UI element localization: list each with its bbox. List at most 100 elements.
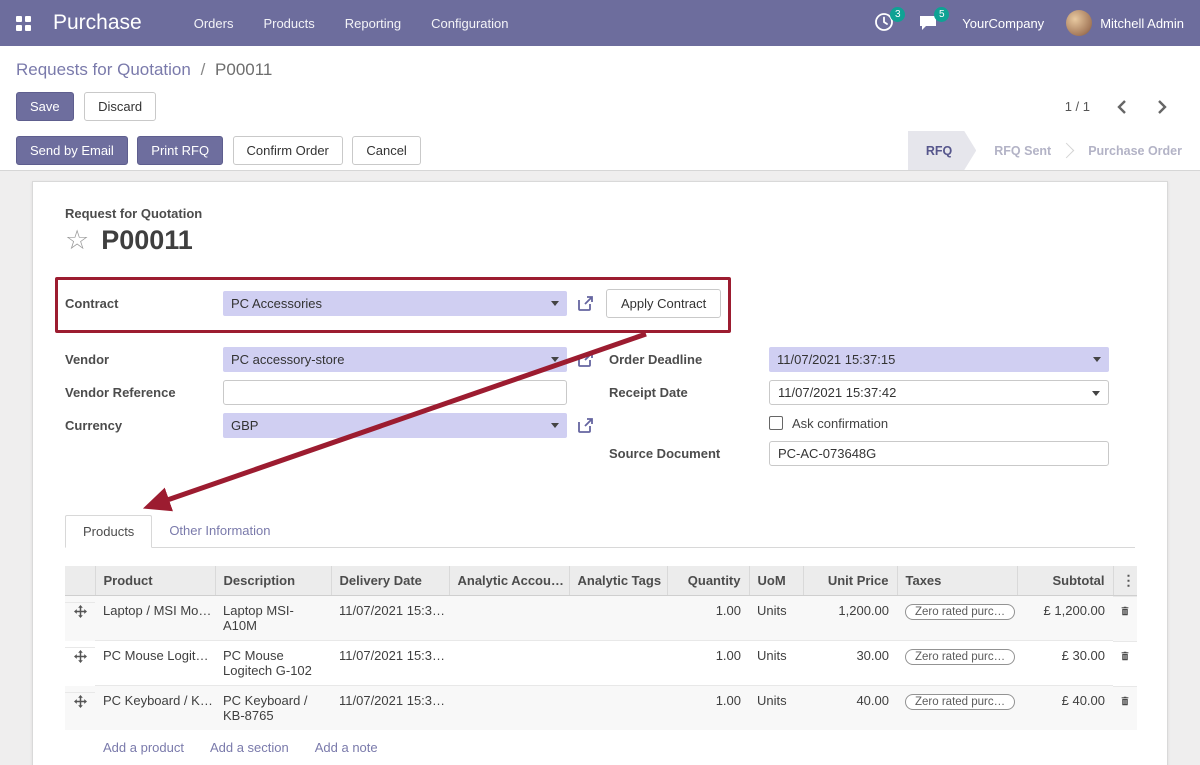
col-quantity[interactable]: Quantity bbox=[667, 566, 749, 596]
pager-previous-icon[interactable] bbox=[1116, 99, 1127, 115]
messages-button[interactable]: 5 bbox=[918, 12, 940, 34]
vendor-reference-input[interactable] bbox=[223, 380, 567, 405]
state-rfq-sent[interactable]: RFQ Sent bbox=[976, 131, 1069, 170]
tab-products[interactable]: Products bbox=[65, 515, 152, 548]
send-by-email-button[interactable]: Send by Email bbox=[16, 136, 128, 165]
tax-tag[interactable]: Zero rated purc… bbox=[905, 694, 1015, 710]
delete-line-icon[interactable] bbox=[1113, 641, 1137, 670]
cell-taxes[interactable]: Zero rated purc… bbox=[897, 596, 1017, 641]
cell-description[interactable]: PC Keyboard / KB-8765 bbox=[215, 686, 331, 731]
delete-line-icon[interactable] bbox=[1113, 596, 1137, 625]
vendor-external-link-icon[interactable] bbox=[577, 351, 594, 368]
cell-delivery-date[interactable]: 11/07/2021 15:3… bbox=[331, 686, 449, 731]
source-document-label: Source Document bbox=[609, 446, 769, 461]
col-product[interactable]: Product bbox=[95, 566, 215, 596]
currency-field-row: Currency GBP bbox=[65, 412, 601, 438]
contract-select[interactable]: PC Accessories bbox=[223, 291, 567, 316]
drag-handle-icon[interactable] bbox=[65, 602, 95, 625]
drag-handle-icon[interactable] bbox=[65, 692, 95, 715]
cell-analytic-tags[interactable] bbox=[569, 596, 667, 641]
user-menu[interactable]: Mitchell Admin bbox=[1066, 10, 1184, 36]
pager-next-icon[interactable] bbox=[1157, 99, 1168, 115]
cell-taxes[interactable]: Zero rated purc… bbox=[897, 686, 1017, 731]
col-taxes[interactable]: Taxes bbox=[897, 566, 1017, 596]
cancel-button[interactable]: Cancel bbox=[352, 136, 420, 165]
cell-delivery-date[interactable]: 11/07/2021 15:3… bbox=[331, 596, 449, 641]
tab-other-information[interactable]: Other Information bbox=[152, 515, 287, 547]
order-line-row[interactable]: Laptop / MSI Mo… Laptop MSI-A10M 11/07/2… bbox=[65, 596, 1137, 641]
cell-quantity[interactable]: 1.00 bbox=[667, 686, 749, 731]
cell-unit-price[interactable]: 1,200.00 bbox=[803, 596, 897, 641]
order-line-row[interactable]: PC Mouse Logit… PC Mouse Logitech G-102 … bbox=[65, 641, 1137, 686]
vendor-reference-field-row: Vendor Reference bbox=[65, 379, 601, 405]
cell-uom[interactable]: Units bbox=[749, 686, 803, 731]
order-line-row[interactable]: PC Keyboard / K… PC Keyboard / KB-8765 1… bbox=[65, 686, 1137, 731]
state-steps: RFQ RFQ Sent Purchase Order bbox=[908, 131, 1200, 170]
menu-orders[interactable]: Orders bbox=[194, 16, 234, 31]
save-button[interactable]: Save bbox=[16, 92, 74, 121]
cell-unit-price[interactable]: 30.00 bbox=[803, 641, 897, 686]
cell-subtotal: £ 1,200.00 bbox=[1017, 596, 1113, 641]
discard-button[interactable]: Discard bbox=[84, 92, 156, 121]
cell-product[interactable]: Laptop / MSI Mo… bbox=[95, 596, 215, 641]
cell-product[interactable]: PC Keyboard / K… bbox=[95, 686, 215, 731]
cell-analytic-tags[interactable] bbox=[569, 641, 667, 686]
add-a-section-link[interactable]: Add a section bbox=[210, 740, 289, 755]
dropdown-caret-icon bbox=[551, 357, 559, 362]
sheet: Request for Quotation ☆ P00011 Contract … bbox=[32, 181, 1168, 765]
currency-external-link-icon[interactable] bbox=[577, 417, 594, 434]
col-analytic-account[interactable]: Analytic Accou… bbox=[449, 566, 569, 596]
cell-description[interactable]: Laptop MSI-A10M bbox=[215, 596, 331, 641]
tax-tag[interactable]: Zero rated purc… bbox=[905, 649, 1015, 665]
cell-product[interactable]: PC Mouse Logit… bbox=[95, 641, 215, 686]
col-analytic-tags[interactable]: Analytic Tags bbox=[569, 566, 667, 596]
favorite-star-icon[interactable]: ☆ bbox=[65, 227, 89, 254]
cell-delivery-date[interactable]: 11/07/2021 15:3… bbox=[331, 641, 449, 686]
dropdown-caret-icon bbox=[1092, 391, 1100, 396]
cell-description[interactable]: PC Mouse Logitech G-102 bbox=[215, 641, 331, 686]
contract-external-link-icon[interactable] bbox=[577, 295, 594, 312]
order-deadline-input[interactable]: 11/07/2021 15:37:15 bbox=[769, 347, 1109, 372]
menu-products[interactable]: Products bbox=[263, 16, 314, 31]
drag-handle-icon[interactable] bbox=[65, 647, 95, 670]
state-purchase-order[interactable]: Purchase Order bbox=[1070, 131, 1200, 170]
activities-button[interactable]: 3 bbox=[874, 12, 896, 34]
cell-quantity[interactable]: 1.00 bbox=[667, 596, 749, 641]
currency-select[interactable]: GBP bbox=[223, 413, 567, 438]
ask-confirmation-checkbox[interactable] bbox=[769, 416, 783, 430]
state-rfq[interactable]: RFQ bbox=[908, 131, 976, 170]
col-unit-price[interactable]: Unit Price bbox=[803, 566, 897, 596]
add-a-product-link[interactable]: Add a product bbox=[103, 740, 184, 755]
delete-line-icon[interactable] bbox=[1113, 686, 1137, 715]
apps-menu-icon[interactable] bbox=[16, 16, 31, 31]
vendor-select[interactable]: PC accessory-store bbox=[223, 347, 567, 372]
menu-configuration[interactable]: Configuration bbox=[431, 16, 508, 31]
cell-analytic-account[interactable] bbox=[449, 596, 569, 641]
menu-reporting[interactable]: Reporting bbox=[345, 16, 401, 31]
add-a-note-link[interactable]: Add a note bbox=[315, 740, 378, 755]
cell-analytic-tags[interactable] bbox=[569, 686, 667, 731]
print-rfq-button[interactable]: Print RFQ bbox=[137, 136, 223, 165]
cell-analytic-account[interactable] bbox=[449, 641, 569, 686]
cell-analytic-account[interactable] bbox=[449, 686, 569, 731]
receipt-date-input[interactable]: 11/07/2021 15:37:42 bbox=[769, 380, 1109, 405]
company-switcher[interactable]: YourCompany bbox=[962, 16, 1044, 31]
confirm-order-button[interactable]: Confirm Order bbox=[233, 136, 343, 165]
col-delivery-date[interactable]: Delivery Date bbox=[331, 566, 449, 596]
cell-taxes[interactable]: Zero rated purc… bbox=[897, 641, 1017, 686]
col-subtotal[interactable]: Subtotal bbox=[1017, 566, 1113, 596]
activity-badge: 3 bbox=[890, 7, 905, 22]
breadcrumb-current: P00011 bbox=[215, 60, 272, 79]
cell-quantity[interactable]: 1.00 bbox=[667, 641, 749, 686]
cell-uom[interactable]: Units bbox=[749, 596, 803, 641]
optional-columns-icon[interactable]: ⋮ bbox=[1113, 566, 1137, 596]
tax-tag[interactable]: Zero rated purc… bbox=[905, 604, 1015, 620]
cell-unit-price[interactable]: 40.00 bbox=[803, 686, 897, 731]
apply-contract-button[interactable]: Apply Contract bbox=[606, 289, 721, 318]
col-description[interactable]: Description bbox=[215, 566, 331, 596]
app-name[interactable]: Purchase bbox=[53, 11, 142, 35]
breadcrumb-parent[interactable]: Requests for Quotation bbox=[16, 60, 191, 79]
source-document-input[interactable]: PC-AC-073648G bbox=[769, 441, 1109, 466]
col-uom[interactable]: UoM bbox=[749, 566, 803, 596]
cell-uom[interactable]: Units bbox=[749, 641, 803, 686]
